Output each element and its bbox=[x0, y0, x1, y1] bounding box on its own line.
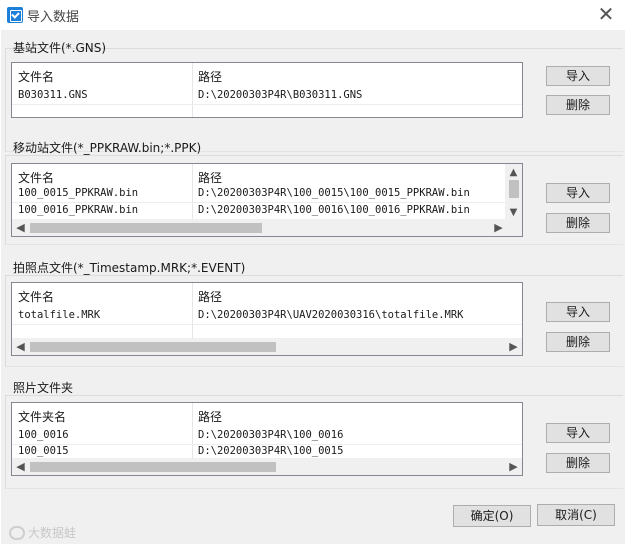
base-import-button[interactable]: 导入 bbox=[546, 66, 610, 86]
ok-button[interactable]: 确定(O) bbox=[453, 505, 531, 527]
photo-points-import-button[interactable]: 导入 bbox=[546, 302, 610, 322]
file-path-cell: D:\20200303P4R\B030311.GNS bbox=[198, 89, 363, 101]
window-title: 导入数据 bbox=[27, 10, 80, 25]
column-header-path[interactable]: 路径 bbox=[198, 288, 222, 305]
scroll-left-icon[interactable]: ◀ bbox=[12, 219, 29, 236]
column-header-path[interactable]: 路径 bbox=[198, 169, 222, 186]
photo-folder-section-title: 照片文件夹 bbox=[13, 381, 74, 395]
file-name-cell: 100_0016_PPKRAW.bin bbox=[18, 204, 139, 216]
cancel-button[interactable]: 取消(C) bbox=[537, 504, 615, 526]
scroll-thumb[interactable] bbox=[509, 180, 519, 198]
column-header-folder-name[interactable]: 文件夹名 bbox=[18, 408, 66, 425]
column-header-path[interactable]: 路径 bbox=[198, 68, 222, 85]
scroll-corner bbox=[505, 219, 522, 236]
file-name-cell: B030311.GNS bbox=[18, 89, 88, 101]
scroll-thumb[interactable] bbox=[30, 342, 276, 352]
horizontal-scrollbar[interactable]: ◀ ▶ bbox=[12, 219, 507, 236]
table-header: 文件夹名 路径 bbox=[12, 403, 522, 427]
rover-import-button[interactable]: 导入 bbox=[546, 183, 610, 203]
file-name-cell: totalfile.MRK bbox=[18, 309, 101, 321]
column-header-name[interactable]: 文件名 bbox=[18, 68, 54, 85]
table-header: 文件名 路径 bbox=[12, 164, 522, 188]
table-row[interactable]: 100_0016_PPKRAW.bin D:\20200303P4R\100_0… bbox=[12, 203, 522, 219]
file-path-cell: D:\20200303P4R\UAV2020030316\totalfile.M… bbox=[198, 309, 464, 321]
watermark: 大数据蛙 bbox=[9, 524, 76, 541]
vertical-scrollbar[interactable]: ▲ ▼ bbox=[505, 164, 522, 221]
title-bar: 导入数据 ✕ bbox=[0, 0, 626, 30]
close-button[interactable]: ✕ bbox=[594, 3, 618, 27]
table-row[interactable]: B030311.GNS D:\20200303P4R\B030311.GNS bbox=[12, 88, 522, 104]
row-divider bbox=[12, 104, 522, 105]
photo-folder-delete-button[interactable]: 删除 bbox=[546, 453, 610, 473]
horizontal-scrollbar[interactable]: ◀ ▶ bbox=[12, 458, 522, 475]
column-header-path[interactable]: 路径 bbox=[198, 408, 222, 425]
table-row[interactable]: 100_0015_PPKRAW.bin D:\20200303P4R\100_0… bbox=[12, 186, 522, 202]
file-name-cell: 100_0015_PPKRAW.bin bbox=[18, 187, 139, 199]
photo-folder-import-button[interactable]: 导入 bbox=[546, 423, 610, 443]
row-divider bbox=[12, 324, 522, 325]
base-file-table[interactable]: 文件名 路径 B030311.GNS D:\20200303P4R\B03031… bbox=[11, 62, 523, 118]
scroll-thumb[interactable] bbox=[30, 462, 276, 472]
column-header-name[interactable]: 文件名 bbox=[18, 169, 54, 186]
rover-section-title: 移动站文件(*_PPKRAW.bin;*.PPK) bbox=[13, 141, 202, 155]
folder-name-cell: 100_0016 bbox=[18, 429, 69, 441]
app-icon bbox=[7, 7, 23, 23]
file-path-cell: D:\20200303P4R\100_0015\100_0015_PPKRAW.… bbox=[198, 187, 470, 199]
scroll-left-icon[interactable]: ◀ bbox=[12, 338, 29, 355]
dialog-body: 基站文件(*.GNS) 文件名 路径 B030311.GNS D:\202003… bbox=[1, 30, 625, 544]
rover-file-table[interactable]: 文件名 路径 100_0015_PPKRAW.bin D:\20200303P4… bbox=[11, 163, 523, 237]
watermark-text: 大数据蛙 bbox=[28, 526, 77, 540]
table-header: 文件名 路径 bbox=[12, 283, 522, 307]
photo-points-section-title: 拍照点文件(*_Timestamp.MRK;*.EVENT) bbox=[13, 261, 246, 275]
scroll-right-icon[interactable]: ▶ bbox=[505, 458, 522, 475]
scroll-left-icon[interactable]: ◀ bbox=[12, 458, 29, 475]
photo-folder-table[interactable]: 文件夹名 路径 100_0016 D:\20200303P4R\100_0016… bbox=[11, 402, 523, 476]
file-path-cell: D:\20200303P4R\100_0016\100_0016_PPKRAW.… bbox=[198, 204, 470, 216]
folder-name-cell: 100_0015 bbox=[18, 445, 69, 457]
column-header-name[interactable]: 文件名 bbox=[18, 288, 54, 305]
table-header: 文件名 路径 bbox=[12, 63, 522, 87]
horizontal-scrollbar[interactable]: ◀ ▶ bbox=[12, 338, 522, 355]
scroll-up-icon[interactable]: ▲ bbox=[505, 164, 522, 181]
scroll-right-icon[interactable]: ▶ bbox=[505, 338, 522, 355]
base-section-title: 基站文件(*.GNS) bbox=[13, 41, 107, 55]
base-delete-button[interactable]: 删除 bbox=[546, 95, 610, 115]
table-row[interactable]: 100_0016 D:\20200303P4R\100_0016 bbox=[12, 428, 522, 444]
table-row[interactable]: totalfile.MRK D:\20200303P4R\UAV20200303… bbox=[12, 308, 522, 324]
photo-points-file-table[interactable]: 文件名 路径 totalfile.MRK D:\20200303P4R\UAV2… bbox=[11, 282, 523, 356]
scroll-thumb[interactable] bbox=[30, 223, 262, 233]
photo-points-delete-button[interactable]: 删除 bbox=[546, 332, 610, 352]
folder-path-cell: D:\20200303P4R\100_0016 bbox=[198, 429, 344, 441]
folder-path-cell: D:\20200303P4R\100_0015 bbox=[198, 445, 344, 457]
watermark-logo-icon bbox=[9, 526, 25, 540]
rover-delete-button[interactable]: 删除 bbox=[546, 213, 610, 233]
